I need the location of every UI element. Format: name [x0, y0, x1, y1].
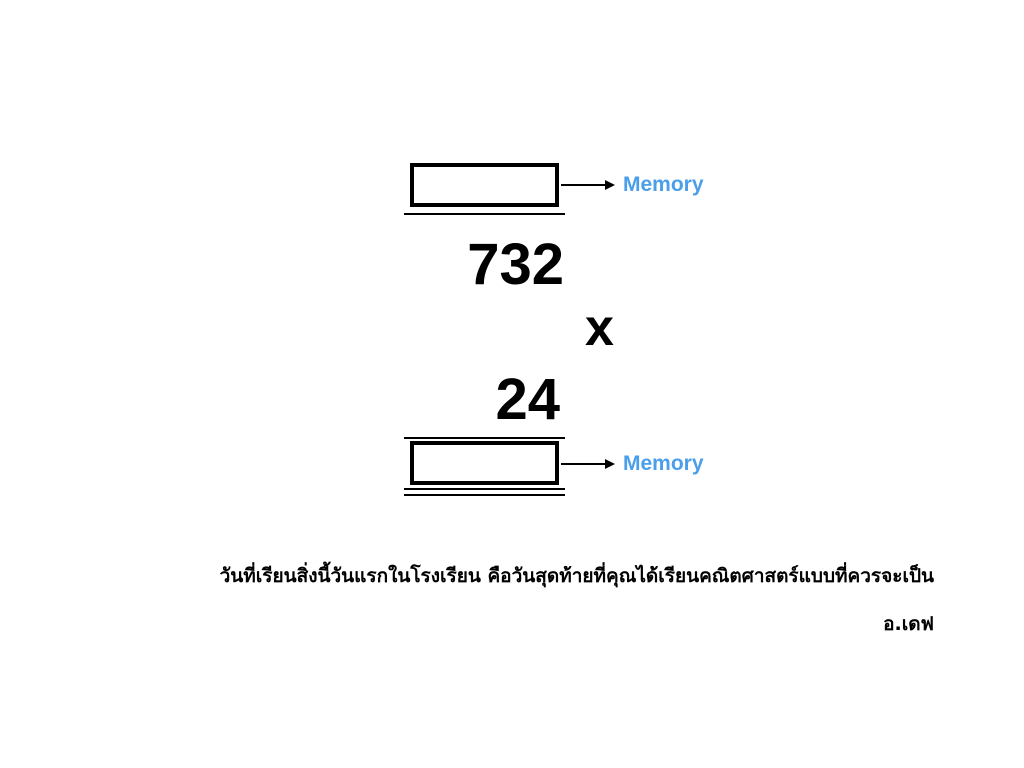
bottom-underline-1 — [404, 488, 565, 490]
bottom-memory-box — [410, 441, 559, 485]
top-underline — [404, 213, 565, 215]
top-memory-arrow — [561, 180, 615, 190]
quote-text: วันที่เรียนสิ่งนี้วันแรกในโรงเรียน คือวั… — [219, 565, 934, 587]
bottom-memory-label: Memory — [623, 452, 704, 475]
bottom-memory-arrow — [561, 459, 615, 469]
quote-author: อ.เดฟ — [883, 613, 934, 635]
slide: Memory 732 x 24 Memory วันที่เรียนสิ่งนี… — [0, 0, 1024, 768]
top-memory-box — [410, 163, 559, 207]
top-memory-label: Memory — [623, 173, 704, 196]
multiply-operator: x — [585, 299, 614, 357]
multiplicand: 732 — [467, 232, 564, 297]
bottom-overline — [404, 437, 565, 439]
bottom-underline-2 — [404, 494, 565, 496]
multiplier: 24 — [495, 367, 560, 432]
